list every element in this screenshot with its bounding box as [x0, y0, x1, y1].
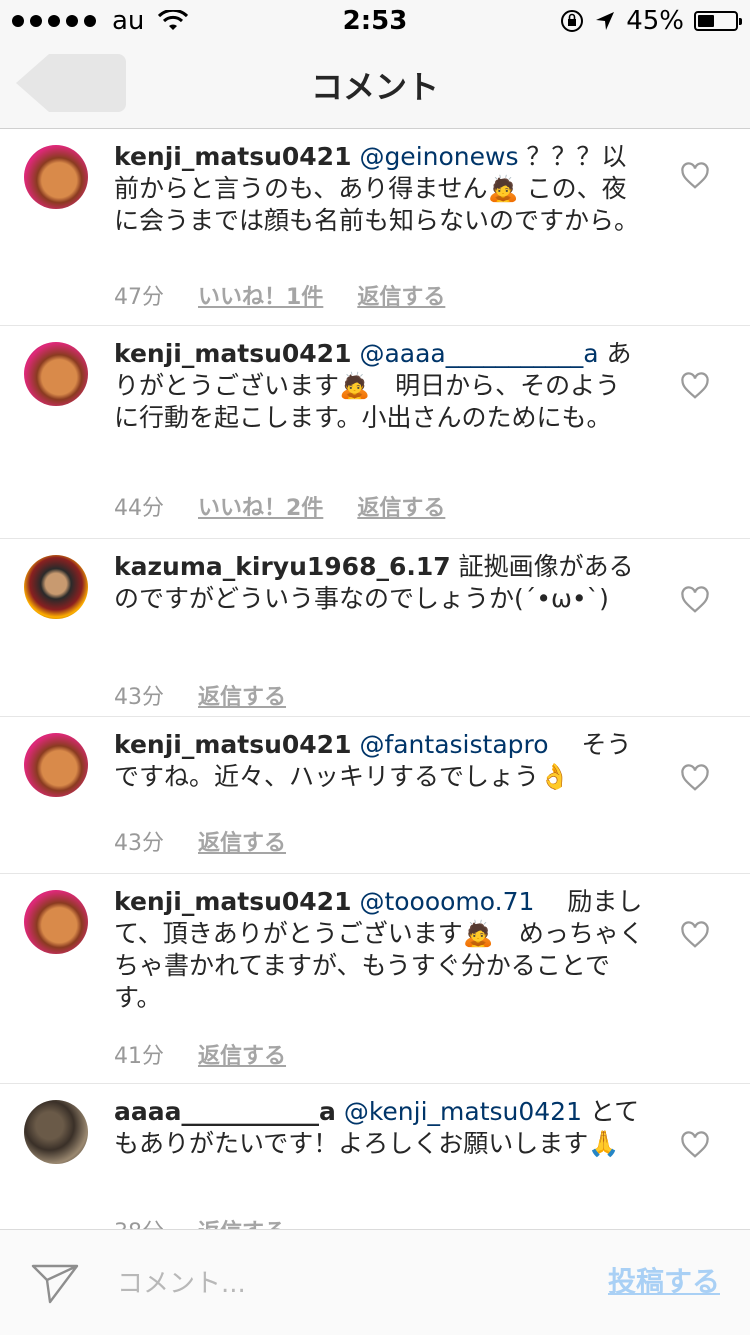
like-heart-icon[interactable] — [680, 763, 710, 793]
comment-meta: 47分 いいね！1件 返信する — [114, 279, 445, 311]
comment-meta: 43分 返信する — [114, 679, 286, 711]
reply-link[interactable]: 返信する — [357, 490, 445, 522]
comment-composer: 投稿する — [0, 1229, 750, 1335]
likes-count-link[interactable]: いいね！2件 — [198, 490, 323, 522]
comment-body: kenji_matsu0421 @aaaa___________a ありがとうご… — [114, 338, 644, 434]
comment-meta: 44分 いいね！2件 返信する — [114, 490, 445, 522]
comment-meta: 43分 返信する — [114, 825, 286, 857]
comment-time: 43分 — [114, 685, 164, 710]
battery-icon — [694, 11, 742, 31]
comment-mention[interactable]: @aaaa___________a — [359, 339, 598, 368]
post-button[interactable]: 投稿する — [608, 1260, 720, 1300]
comment-time: 47分 — [114, 285, 164, 310]
comment-mention[interactable]: @fantasistapro — [359, 730, 548, 759]
comment-item: kazuma_kiryu1968_6.17 証拠画像があるのですがどういう事なの… — [0, 539, 750, 717]
comment-body: kenji_matsu0421 @fantasistapro そうですね。近々、… — [114, 729, 644, 793]
comment-username[interactable]: kenji_matsu0421 — [114, 730, 351, 759]
likes-count-link[interactable]: いいね！1件 — [198, 279, 323, 311]
like-heart-icon[interactable] — [680, 920, 710, 950]
comment-body: kenji_matsu0421 @toooomo.71 励まして、頂きありがとう… — [114, 886, 644, 1014]
comment-username[interactable]: kenji_matsu0421 — [114, 142, 351, 171]
orientation-lock-icon — [561, 10, 584, 32]
like-heart-icon[interactable] — [680, 371, 710, 401]
comment-item: aaaa___________a @kenji_matsu0421 とてもありが… — [0, 1084, 750, 1229]
comment-body: aaaa___________a @kenji_matsu0421 とてもありが… — [114, 1096, 644, 1160]
avatar[interactable] — [24, 733, 88, 797]
comment-time: 38分 — [114, 1214, 164, 1229]
like-heart-icon[interactable] — [680, 161, 710, 191]
comment-mention[interactable]: @toooomo.71 — [359, 887, 534, 916]
page-title: コメント — [310, 68, 439, 106]
reply-link[interactable]: 返信する — [198, 679, 286, 711]
comment-item: kenji_matsu0421 @geinonews ？？？以前からと言うのも、… — [0, 129, 750, 326]
status-bar: au 2:53 45% — [0, 0, 750, 40]
send-direct-icon[interactable] — [30, 1260, 80, 1306]
comment-username[interactable]: aaaa___________a — [114, 1097, 336, 1126]
comment-input[interactable] — [115, 1263, 559, 1305]
navigation-bar: コメント — [0, 40, 750, 129]
avatar[interactable] — [24, 1100, 88, 1164]
avatar[interactable] — [24, 890, 88, 954]
comment-username[interactable]: kazuma_kiryu1968_6.17 — [114, 552, 451, 581]
comment-item: kenji_matsu0421 @toooomo.71 励まして、頂きありがとう… — [0, 874, 750, 1084]
reply-link[interactable]: 返信する — [198, 825, 286, 857]
comment-mention[interactable]: @kenji_matsu0421 — [344, 1097, 582, 1126]
like-heart-icon[interactable] — [680, 1130, 710, 1160]
comment-mention[interactable]: @geinonews — [359, 142, 518, 171]
reply-link[interactable]: 返信する — [198, 1214, 286, 1229]
like-heart-icon[interactable] — [680, 585, 710, 615]
battery-level — [698, 15, 714, 27]
comment-time: 44分 — [114, 496, 164, 521]
avatar[interactable] — [24, 342, 88, 406]
battery-percentage: 45% — [626, 6, 684, 36]
location-arrow-icon — [596, 12, 615, 30]
reply-link[interactable]: 返信する — [357, 279, 445, 311]
reply-link[interactable]: 返信する — [198, 1038, 286, 1070]
comment-username[interactable]: kenji_matsu0421 — [114, 887, 351, 916]
comment-body: kazuma_kiryu1968_6.17 証拠画像があるのですがどういう事なの… — [114, 551, 644, 615]
avatar[interactable] — [24, 555, 88, 619]
comment-meta: 41分 返信する — [114, 1038, 286, 1070]
comment-meta: 38分 返信する — [114, 1214, 286, 1229]
comment-list[interactable]: kenji_matsu0421 @geinonews ？？？以前からと言うのも、… — [0, 129, 750, 1229]
comment-username[interactable]: kenji_matsu0421 — [114, 339, 351, 368]
comment-item: kenji_matsu0421 @aaaa___________a ありがとうご… — [0, 326, 750, 539]
comment-time: 43分 — [114, 831, 164, 856]
comment-item: kenji_matsu0421 @fantasistapro そうですね。近々、… — [0, 717, 750, 874]
avatar[interactable] — [24, 145, 88, 209]
comment-body: kenji_matsu0421 @geinonews ？？？以前からと言うのも、… — [114, 141, 644, 237]
comment-time: 41分 — [114, 1044, 164, 1069]
